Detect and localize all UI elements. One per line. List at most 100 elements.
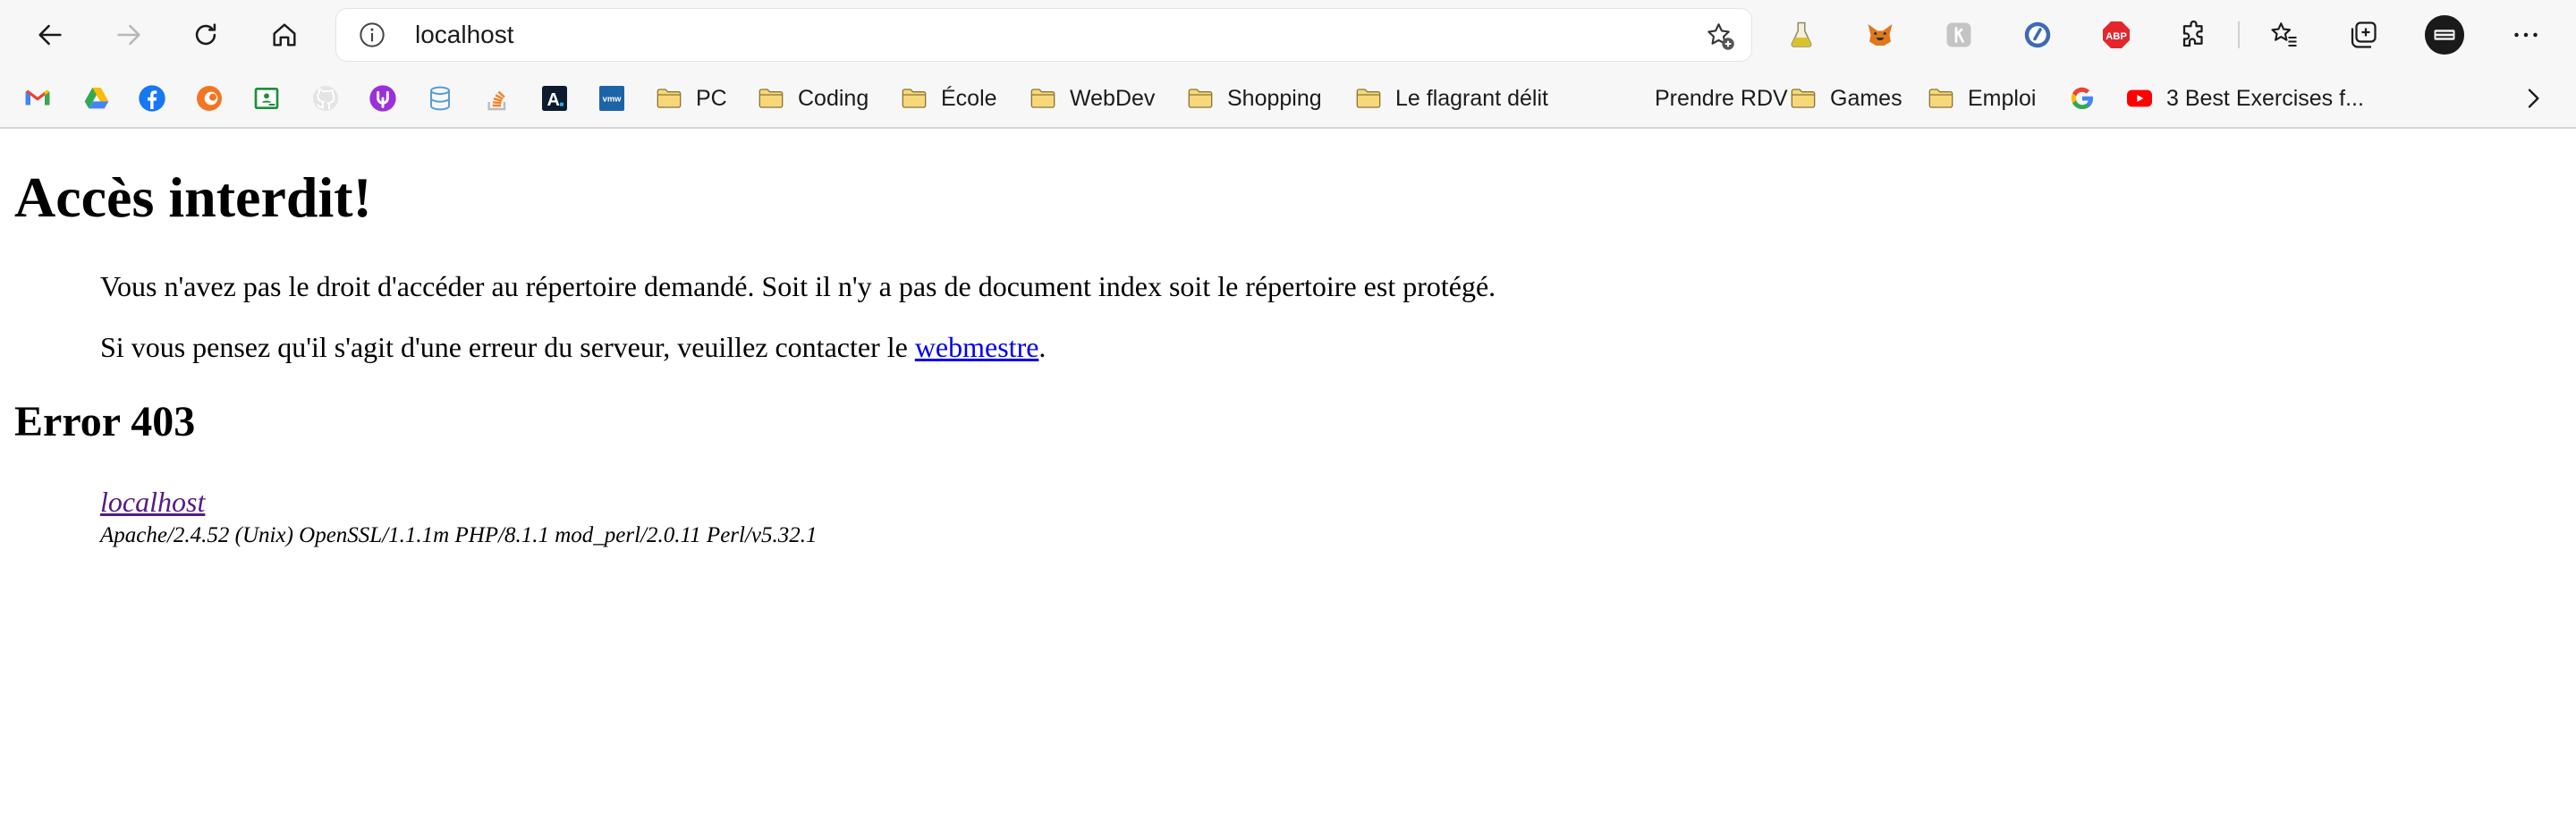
error-code-heading: Error 403 [14,398,196,445]
bookmark-folder-webdev[interactable]: WebDev [1029,80,1155,116]
toolbar-separator [2238,21,2240,48]
bookmark-label: Prendre RDV [1655,85,1788,111]
bookmark-prendre-rdv[interactable]: Prendre RDV [1615,80,1788,116]
facebook-icon [138,84,166,113]
a-logo-icon: A [540,84,569,113]
folder-icon [655,84,683,113]
back-button[interactable] [30,15,70,55]
bookmark-folder-le-flagrant-delit[interactable]: Le flagrant délit [1354,80,1548,116]
url-text[interactable]: localhost [415,21,514,49]
bookmark-facebook[interactable] [138,80,166,116]
site-info-icon[interactable] [358,21,386,49]
profile-avatar-icon [2424,14,2465,55]
bookmark-label: Emploi [1968,85,2037,111]
bookmarks-bar: A vmw PC Coding École WebDev Shopping Le… [0,70,2576,129]
bookmark-label: Le flagrant délit [1395,85,1548,111]
bookmark-a-logo[interactable]: A [540,80,569,116]
webmaster-link[interactable]: webmestre [915,331,1039,363]
chevron-right-icon [2528,89,2539,108]
folder-icon [1927,84,1955,113]
upwork-icon [369,84,397,113]
bookmark-crunchyroll[interactable] [195,80,224,116]
favorites-icon [2271,22,2297,47]
metamask-fox-icon[interactable] [1862,17,1898,53]
refresh-button[interactable] [186,15,225,55]
folder-icon [1789,84,1818,113]
adblock-plus-icon[interactable]: ABP [2098,17,2134,53]
arrow-right-icon [117,24,140,46]
favorites-button[interactable] [2267,17,2302,53]
contact-message-prefix: Si vous pensez qu'il s'agit d'une erreur… [100,331,915,363]
vmw-label: vmw [603,94,622,103]
puzzle-icon [2182,20,2203,47]
folder-icon [1354,84,1383,113]
stackoverflow-icon [483,84,512,113]
bookmark-folder-ecole[interactable]: École [900,80,997,116]
bookmark-label: PC [696,85,727,111]
bookmark-upwork[interactable] [369,80,397,116]
home-button[interactable] [265,15,304,55]
folder-icon [1186,84,1215,113]
bookmark-label: Games [1830,85,1902,111]
folder-icon [757,84,785,113]
bookmark-folder-shopping[interactable]: Shopping [1186,80,1322,116]
more-icon [2514,32,2538,38]
collections-button[interactable] [2345,17,2381,53]
bookmark-label: École [941,85,997,111]
bookmark-folder-emploi[interactable]: Emploi [1927,80,2036,116]
bookmark-label: Coding [798,85,869,111]
server-signature: Apache/2.4.52 (Unix) OpenSSL/1.1.1m PHP/… [100,523,818,547]
a-logo-label: A [547,90,559,110]
vmw-icon: vmw [597,84,626,113]
bookmark-folder-games[interactable]: Games [1789,80,1902,116]
bookmark-google[interactable] [2068,80,2097,116]
star-add-icon [1707,23,1734,50]
arrow-left-icon [38,24,62,46]
more-button[interactable] [2508,17,2544,53]
bookmark-folder-pc[interactable]: PC [655,80,727,116]
bookmark-youtube[interactable]: 3 Best Exercises f... [2125,80,2364,116]
forward-button[interactable] [109,15,148,55]
bookmark-database[interactable] [426,80,454,116]
bookmark-label: 3 Best Exercises f... [2166,85,2364,111]
google-drive-icon [82,84,111,113]
home-icon [273,23,296,47]
bookmark-folder-coding[interactable]: Coding [757,80,869,116]
flask-icon[interactable] [1784,17,1819,53]
database-icon [426,84,454,113]
classroom-icon [252,84,281,113]
blank-page-icon [1615,84,1644,113]
refresh-icon [195,23,216,46]
crunchyroll-icon [195,84,224,113]
google-icon [2068,84,2097,113]
adblock-label: ABP [2106,31,2127,42]
bookmark-gmail[interactable] [23,80,52,116]
bookmark-label: WebDev [1070,85,1156,111]
profile-button[interactable] [2424,14,2465,55]
folder-icon [1029,84,1057,113]
tab-circle-icon[interactable] [2020,17,2055,53]
youtube-icon [2125,84,2154,113]
browser-toolbar: localhost ABP [0,0,2576,70]
server-address: localhost Apache/2.4.52 (Unix) OpenSSL/1… [100,485,818,553]
bookmark-label: Shopping [1227,85,1322,111]
bookmark-classroom[interactable] [252,80,281,116]
extensions-button[interactable] [2177,17,2213,53]
script-icon[interactable] [1941,17,1977,53]
server-link[interactable]: localhost [100,485,818,519]
contact-message: Si vous pensez qu'il s'agit d'une erreur… [100,331,1046,364]
gmail-icon [23,84,52,113]
page-title: Accès interdit! [14,165,372,229]
address-bar[interactable]: localhost [336,9,1751,61]
github-icon [311,84,340,113]
error-message: Vous n'avez pas le droit d'accéder au ré… [100,270,1496,302]
bookmark-github[interactable] [311,80,340,116]
bookmark-stackoverflow[interactable] [483,80,512,116]
add-favorite-button[interactable] [1703,19,1737,53]
bookmark-vmw[interactable]: vmw [597,80,626,116]
folder-icon [900,84,928,113]
bookmarks-overflow-button[interactable] [2515,80,2551,116]
collections-icon [2351,21,2377,48]
contact-message-suffix: . [1038,331,1046,363]
bookmark-drive[interactable] [82,80,111,116]
